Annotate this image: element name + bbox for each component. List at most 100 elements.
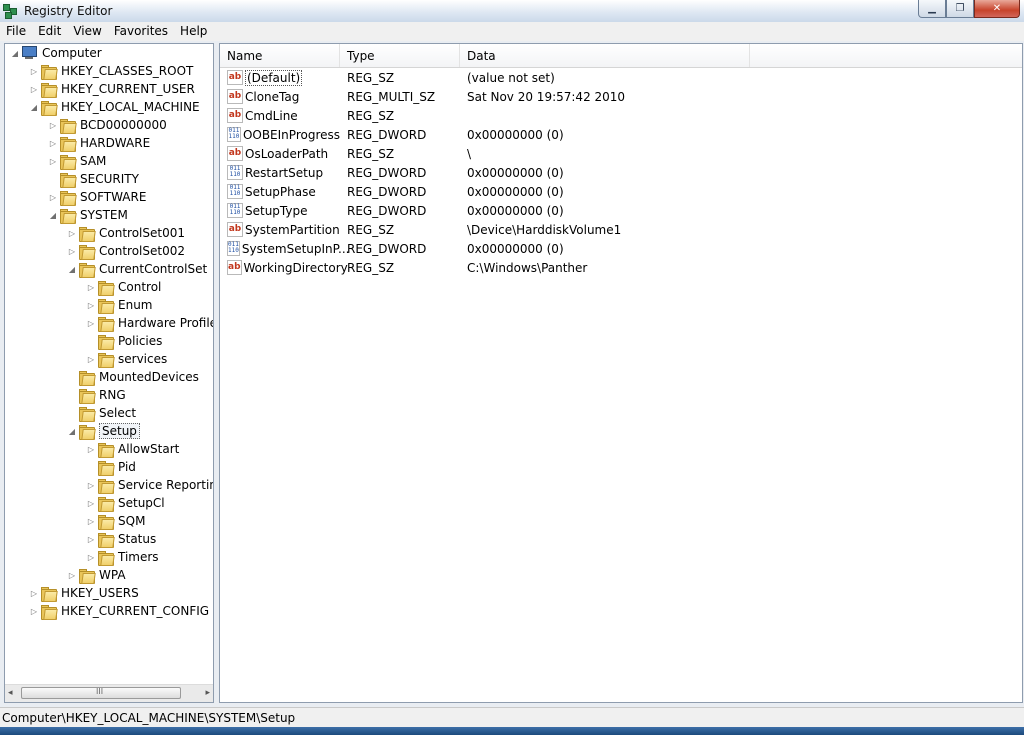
collapse-arrow-icon[interactable]: ◢: [10, 44, 20, 62]
maximize-button[interactable]: ❐: [946, 0, 974, 18]
tree-item[interactable]: Pid: [86, 458, 136, 476]
column-data-header[interactable]: Data: [460, 44, 750, 67]
collapse-arrow-icon[interactable]: ◢: [48, 206, 58, 224]
tree-item[interactable]: MountedDevices: [67, 368, 199, 386]
expand-arrow-icon[interactable]: ▷: [86, 476, 96, 494]
tree-horizontal-scrollbar[interactable]: ◂ III ▸: [5, 684, 213, 702]
close-button[interactable]: ✕: [974, 0, 1020, 18]
tree-item[interactable]: ▷ services: [86, 350, 167, 368]
key-tree-pane[interactable]: ◢ Computer ▷ HKEY_CLASSES_ROOT ▷ HKEY_CURRENT…: [4, 43, 214, 703]
expand-arrow-icon[interactable]: ▷: [86, 350, 96, 368]
collapse-arrow-icon[interactable]: ◢: [29, 98, 39, 116]
value-row[interactable]: ab CloneTag REG_MULTI_SZ Sat Nov 20 19:57:4…: [220, 87, 625, 106]
value-row[interactable]: ab (Default) REG_SZ (value not set): [220, 68, 555, 87]
tree-item[interactable]: ▷ HKEY_USERS: [29, 584, 139, 602]
scroll-thumb[interactable]: III: [21, 687, 181, 699]
expand-arrow-icon[interactable]: ▷: [67, 224, 77, 242]
tree-item[interactable]: Policies: [86, 332, 162, 350]
tree-item[interactable]: ▷ BCD00000000: [48, 116, 167, 134]
menu-help[interactable]: Help: [174, 22, 213, 41]
value-name: SystemSetupInP...: [241, 241, 350, 256]
tree-item[interactable]: ▷ Timers: [86, 548, 159, 566]
tree-item[interactable]: ▷ HARDWARE: [48, 134, 150, 152]
tree-item-label: MountedDevices: [99, 370, 199, 384]
column-name-header[interactable]: Name: [220, 44, 340, 67]
value-type: REG_DWORD: [347, 127, 427, 142]
expand-arrow-icon[interactable]: ▷: [86, 296, 96, 314]
expand-arrow-icon[interactable]: ▷: [86, 530, 96, 548]
menu-file[interactable]: File: [0, 22, 32, 41]
menu-favorites[interactable]: Favorites: [108, 22, 174, 41]
tree-item[interactable]: ▷ SOFTWARE: [48, 188, 146, 206]
tree-item[interactable]: ▷ SAM: [48, 152, 106, 170]
value-row[interactable]: 011 110 SystemSetupInP... REG_DWORD 0x000000…: [220, 239, 564, 258]
expand-arrow-icon[interactable]: ▷: [86, 494, 96, 512]
expand-arrow-icon[interactable]: ▷: [29, 584, 39, 602]
expand-arrow-icon[interactable]: ▷: [29, 602, 39, 620]
tree-item[interactable]: ◢ CurrentControlSet: [67, 260, 207, 278]
expand-arrow-icon[interactable]: ▷: [67, 242, 77, 260]
tree-item[interactable]: ▷ Enum: [86, 296, 152, 314]
menu-edit[interactable]: Edit: [32, 22, 67, 41]
tree-item[interactable]: ▷ HKEY_CLASSES_ROOT: [29, 62, 193, 80]
tree-item[interactable]: Select: [67, 404, 136, 422]
values-list-pane[interactable]: Name Type Data ab (Default) REG_SZ (value n…: [219, 43, 1023, 703]
column-type-header[interactable]: Type: [340, 44, 460, 67]
folder-icon: [79, 388, 96, 404]
collapse-arrow-icon[interactable]: ◢: [67, 260, 77, 278]
expand-arrow-icon[interactable]: ▷: [86, 440, 96, 458]
tree-item[interactable]: ▷ HKEY_CURRENT_USER: [29, 80, 195, 98]
expand-arrow-icon[interactable]: ▷: [29, 62, 39, 80]
tree-item[interactable]: ▷ ControlSet001: [67, 224, 185, 242]
binary-value-icon: 011 110: [227, 127, 241, 142]
scroll-right-icon[interactable]: ▸: [205, 688, 210, 698]
menu-view[interactable]: View: [67, 22, 107, 41]
folder-icon: [98, 460, 115, 476]
value-row[interactable]: ab CmdLine REG_SZ: [220, 106, 394, 125]
tree-item[interactable]: ▷ WPA: [67, 566, 126, 584]
minimize-button[interactable]: ▁: [918, 0, 946, 18]
expand-arrow-icon[interactable]: ▷: [86, 512, 96, 530]
expand-arrow-icon[interactable]: ▷: [48, 152, 58, 170]
value-row[interactable]: 011 110 OOBEInProgress REG_DWORD 0x00000000 …: [220, 125, 564, 144]
value-row[interactable]: ab SystemPartition REG_SZ \Device\HarddiskV…: [220, 220, 621, 239]
tree-item[interactable]: ▷ AllowStart: [86, 440, 179, 458]
expand-arrow-icon[interactable]: ▷: [86, 548, 96, 566]
tree-item[interactable]: ◢ SYSTEM: [48, 206, 128, 224]
tree-item[interactable]: ▷ Control: [86, 278, 161, 296]
tree-item[interactable]: ▷ SetupCl: [86, 494, 165, 512]
tree-item[interactable]: RNG: [67, 386, 126, 404]
value-row[interactable]: 011 110 SetupType REG_DWORD 0x00000000 (0): [220, 201, 564, 220]
tree-item[interactable]: ◢ Computer: [10, 44, 102, 62]
scroll-left-icon[interactable]: ◂: [8, 688, 13, 698]
tree-item[interactable]: ▷ ControlSet002: [67, 242, 185, 260]
collapse-arrow-icon[interactable]: ◢: [67, 422, 77, 440]
expand-arrow-icon[interactable]: ▷: [48, 116, 58, 134]
folder-icon: [98, 550, 115, 566]
value-type: REG_MULTI_SZ: [347, 89, 436, 104]
value-row[interactable]: 011 110 SetupPhase REG_DWORD 0x00000000 (0): [220, 182, 564, 201]
tree-item[interactable]: ◢ Setup: [67, 422, 140, 440]
tree-item[interactable]: ▷ SQM: [86, 512, 145, 530]
tree-item[interactable]: ▷ Status: [86, 530, 156, 548]
value-row[interactable]: ab OsLoaderPath REG_SZ \: [220, 144, 471, 163]
value-data: 0x00000000 (0): [467, 184, 564, 199]
tree-item[interactable]: ▷ HKEY_CURRENT_CONFIG: [29, 602, 209, 620]
tree-item[interactable]: ▷ Service Reporting: [86, 476, 213, 494]
expand-arrow-icon[interactable]: ▷: [29, 80, 39, 98]
value-row[interactable]: ab WorkingDirectory REG_SZ C:\Windows\Panth…: [220, 258, 587, 277]
expand-arrow-icon[interactable]: ▷: [48, 188, 58, 206]
expand-arrow-icon[interactable]: ▷: [86, 314, 96, 332]
value-row[interactable]: 011 110 RestartSetup REG_DWORD 0x00000000 (0…: [220, 163, 564, 182]
binary-value-icon: 011 110: [227, 165, 243, 180]
tree-item[interactable]: ▷ Hardware Profiles: [86, 314, 213, 332]
folder-icon: [60, 208, 77, 224]
expand-arrow-icon[interactable]: ▷: [48, 134, 58, 152]
expand-arrow-icon[interactable]: ▷: [86, 278, 96, 296]
tree-item[interactable]: SECURITY: [48, 170, 139, 188]
expand-arrow-icon[interactable]: ▷: [67, 566, 77, 584]
tree-item-label: SQM: [118, 514, 146, 528]
value-data: 0x00000000 (0): [467, 127, 564, 142]
tree-item[interactable]: ◢ HKEY_LOCAL_MACHINE: [29, 98, 200, 116]
